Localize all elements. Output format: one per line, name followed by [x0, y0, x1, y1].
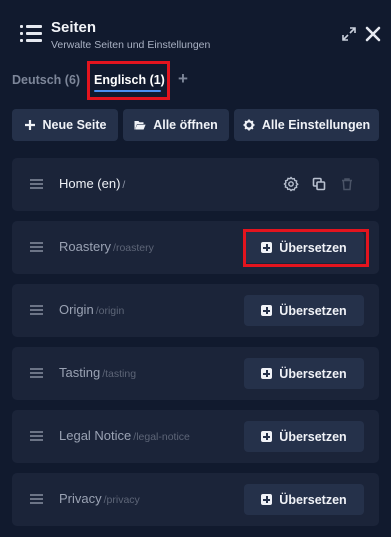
translate-label: Übersetzen [279, 429, 347, 444]
expand-icon[interactable] [341, 26, 357, 42]
language-tabs: Deutsch (6) Englisch (1) + [0, 60, 391, 104]
new-page-button[interactable]: Neue Seite [12, 109, 118, 141]
drag-handle-icon[interactable] [30, 179, 43, 190]
plus-icon [24, 120, 35, 130]
drag-handle-icon[interactable] [30, 242, 43, 253]
page-row-tasting[interactable]: Tasting/tasting Übersetzen [12, 347, 379, 400]
translate-label: Übersetzen [279, 366, 347, 381]
all-settings-button[interactable]: Alle Einstellungen [234, 109, 379, 141]
plus-square-icon [261, 368, 273, 379]
panel-header: Seiten Verwalte Seiten und Einstellungen [0, 0, 391, 60]
translate-button-legal-notice[interactable]: Übersetzen [244, 421, 364, 452]
tab-highlight-box [87, 61, 170, 100]
translate-button-origin[interactable]: Übersetzen [244, 295, 364, 326]
page-title-roastery: Roastery/roastery [59, 239, 154, 254]
new-page-label: Neue Seite [42, 118, 107, 132]
pages-list-icon [20, 25, 42, 43]
page-title-tasting: Tasting/tasting [59, 365, 137, 380]
all-settings-label: Alle Einstellungen [261, 118, 371, 132]
open-all-label: Alle öffnen [153, 118, 218, 132]
page-title-home: Home (en) / [59, 176, 126, 191]
panel-subtitle: Verwalte Seiten und Einstellungen [51, 39, 211, 51]
add-language-button[interactable]: + [178, 69, 188, 89]
close-icon[interactable] [364, 25, 382, 43]
duplicate-icon[interactable] [311, 176, 327, 192]
translate-button-tasting[interactable]: Übersetzen [244, 358, 364, 389]
panel-title: Seiten [51, 19, 97, 36]
gear-icon [243, 119, 255, 131]
folder-open-icon [134, 121, 146, 130]
drag-handle-icon[interactable] [30, 368, 43, 379]
page-title-origin: Origin/origin [59, 302, 125, 317]
trash-icon[interactable] [339, 176, 355, 192]
plus-square-icon [261, 431, 273, 442]
drag-handle-icon[interactable] [30, 305, 43, 316]
plus-square-icon [261, 494, 273, 505]
page-row-privacy[interactable]: Privacy/privacy Übersetzen [12, 473, 379, 526]
page-title-legal-notice: Legal Notice/legal-notice [59, 428, 190, 443]
settings-icon[interactable] [283, 176, 299, 192]
tab-german[interactable]: Deutsch (6) [12, 73, 80, 87]
translate-highlight-box [243, 229, 369, 267]
translate-button-privacy[interactable]: Übersetzen [244, 484, 364, 515]
drag-handle-icon[interactable] [30, 494, 43, 505]
page-row-legal-notice[interactable]: Legal Notice/legal-notice Übersetzen [12, 410, 379, 463]
translate-label: Übersetzen [279, 303, 347, 318]
translate-label: Übersetzen [279, 492, 347, 507]
page-actions [283, 176, 355, 192]
plus-square-icon [261, 305, 273, 316]
open-all-button[interactable]: Alle öffnen [123, 109, 229, 141]
page-title-privacy: Privacy/privacy [59, 491, 140, 506]
drag-handle-icon[interactable] [30, 431, 43, 442]
page-row-home[interactable]: Home (en) / [12, 158, 379, 211]
page-row-origin[interactable]: Origin/origin Übersetzen [12, 284, 379, 337]
